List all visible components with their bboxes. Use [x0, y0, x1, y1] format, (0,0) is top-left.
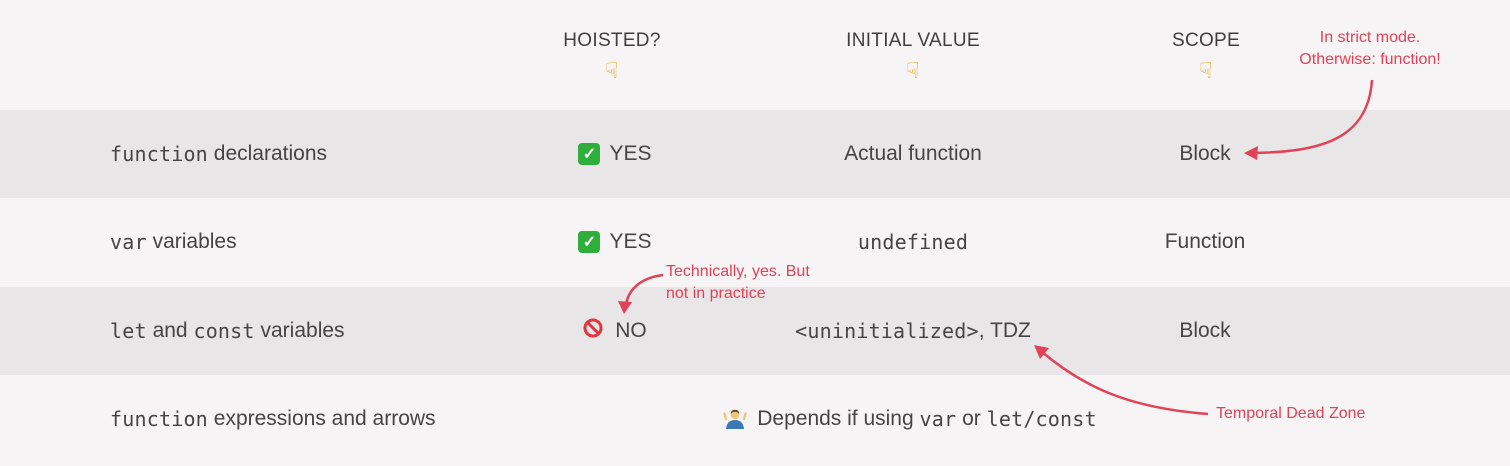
header-hoisted-label: HOISTED?: [563, 30, 661, 51]
scope-cell: Block: [1110, 287, 1300, 375]
depends-cell: Depends if using var or let/const: [600, 375, 1220, 463]
scope-value: Function: [1164, 230, 1246, 253]
table-row-function-declarations: function declarations ✓ YES Actual funct…: [0, 110, 1510, 198]
scope-cell: Function: [1110, 198, 1300, 286]
row-name: let and const variables: [110, 287, 560, 375]
code-keyword: var: [919, 407, 957, 431]
annotation-technically-line1: Technically, yes. But: [666, 263, 810, 280]
code-keyword: let: [110, 319, 147, 343]
header-initial-value-label: INITIAL VALUE: [846, 30, 980, 51]
depends-text: Depends if using: [757, 407, 920, 430]
row-name: function declarations: [110, 110, 560, 198]
initial-value: Actual function: [844, 142, 982, 165]
annotation-tdz: Temporal Dead Zone: [1216, 403, 1416, 425]
depends-text: or: [956, 407, 987, 430]
row-name-text: variables: [146, 230, 237, 253]
initial-value-code: undefined: [857, 230, 969, 254]
code-keyword: function: [110, 407, 208, 431]
row-name-text: and: [146, 319, 194, 342]
initial-value-cell: Actual function: [760, 110, 1066, 198]
initial-value-text: , TDZ: [978, 319, 1031, 342]
check-mark-icon: ✓: [578, 143, 601, 165]
annotation-technically: Technically, yes. But not in practice: [666, 261, 866, 305]
scope-cell: Block: [1110, 110, 1300, 198]
row-name-text: variables: [254, 319, 345, 342]
initial-value-code: <uninitialized>: [795, 319, 979, 343]
annotation-strict-mode-line1: In strict mode.: [1319, 29, 1421, 46]
code-keyword: var: [110, 230, 147, 254]
check-mark-icon: ✓: [578, 231, 601, 253]
shrug-icon: [723, 407, 747, 431]
code-keyword: const: [193, 319, 255, 343]
header-hoisted: HOISTED? ☟: [492, 30, 732, 82]
hoisted-cell: ✓ YES: [520, 110, 710, 198]
scope-value: Block: [1179, 142, 1231, 165]
header-initial-value: INITIAL VALUE ☟: [793, 30, 1033, 82]
row-name-text: expressions and arrows: [207, 407, 436, 430]
annotation-strict-mode-line2: Otherwise: function!: [1299, 51, 1441, 68]
pointing-down-icon: ☟: [906, 58, 920, 83]
hoisted-value: YES: [609, 230, 652, 253]
scope-value: Block: [1179, 319, 1231, 342]
annotation-technically-line2: not in practice: [666, 285, 766, 302]
pointing-down-icon: ☟: [605, 58, 619, 83]
annotation-strict-mode: In strict mode. Otherwise: function!: [1270, 27, 1470, 71]
hoisted-value: NO: [615, 319, 647, 342]
code-keyword: let/const: [986, 407, 1097, 431]
row-name: var variables: [110, 198, 560, 286]
row-name: function expressions and arrows: [110, 375, 560, 463]
row-name-text: declarations: [207, 142, 328, 165]
no-entry-icon: [583, 318, 603, 344]
annotation-tdz-text: Temporal Dead Zone: [1216, 405, 1366, 422]
hoisted-value: YES: [609, 142, 652, 165]
code-keyword: function: [110, 142, 208, 166]
